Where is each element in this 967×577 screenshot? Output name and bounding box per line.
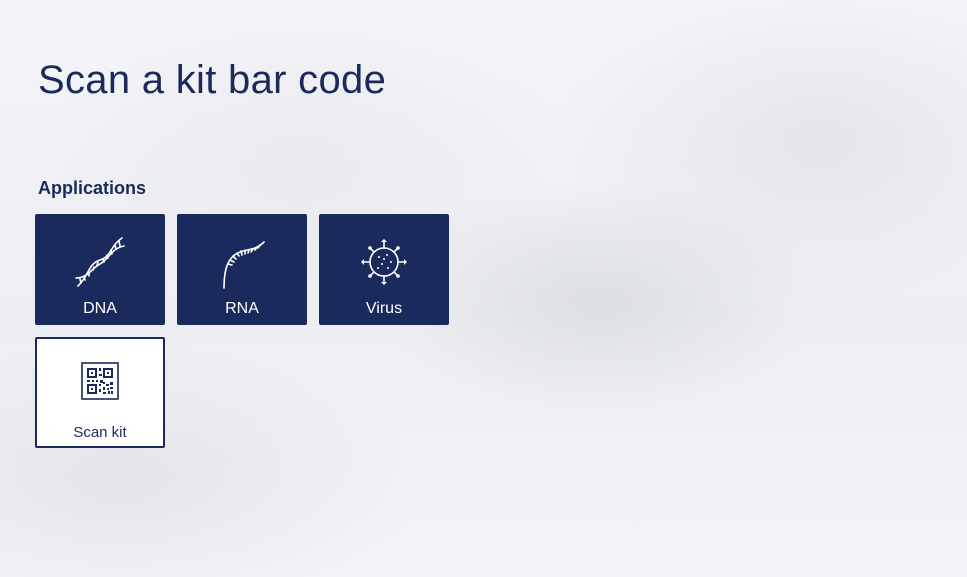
- dna-icon: [75, 237, 125, 287]
- dna-application-tile[interactable]: DNA: [35, 214, 165, 325]
- virus-icon: [361, 239, 407, 285]
- rna-application-tile[interactable]: RNA: [177, 214, 307, 325]
- page-title: Scan a kit bar code: [38, 58, 387, 102]
- rna-tile-label: RNA: [225, 300, 259, 317]
- scan-kit-screen: Scan a kit bar code Applications DNA RNA…: [0, 0, 967, 577]
- qr-code-icon: [81, 362, 119, 400]
- virus-application-tile[interactable]: Virus: [319, 214, 449, 325]
- applications-heading: Applications: [38, 178, 147, 198]
- rna-icon: [223, 241, 265, 289]
- dna-tile-label: DNA: [83, 300, 117, 317]
- scan-kit-tile[interactable]: Scan kit: [35, 337, 165, 448]
- scan-kit-tile-label: Scan kit: [73, 424, 127, 441]
- virus-tile-label: Virus: [365, 300, 403, 317]
